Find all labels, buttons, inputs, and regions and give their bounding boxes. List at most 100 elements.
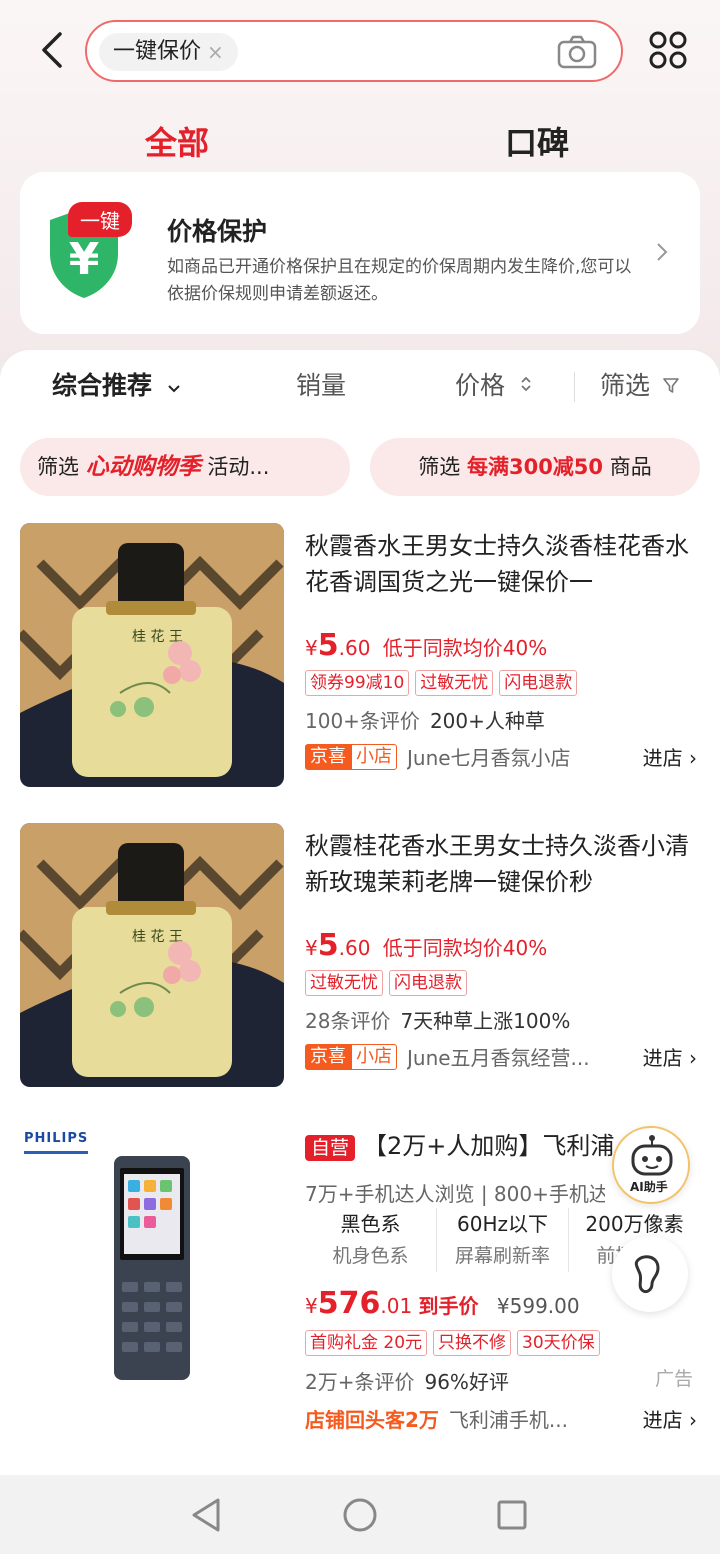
small-shop-badge: 小店 <box>351 743 397 770</box>
go-shop-link[interactable]: 进店 › <box>643 742 697 771</box>
sort-filter-label: 筛选 <box>600 371 651 400</box>
svg-text:¥: ¥ <box>69 234 100 285</box>
search-bar[interactable]: 一键保价 × <box>85 20 623 82</box>
more-apps-icon[interactable] <box>648 30 688 70</box>
filter-pill-discount[interactable]: 筛选 每满300减50 商品 <box>370 438 700 496</box>
spec-value: 黑色系 <box>340 1212 401 1236</box>
pill-suffix: 活动... <box>207 455 270 479</box>
sort-comprehensive[interactable]: 综合推荐 <box>52 368 181 404</box>
review-count: 2万+条评价 <box>305 1370 415 1394</box>
chevron-down-icon <box>168 385 180 393</box>
spec-label: 屏幕刷新率 <box>454 1245 550 1267</box>
currency: ¥ <box>305 1294 318 1318</box>
product-image[interactable]: 桂 花 王 <box>20 523 284 787</box>
shop-promo: 店铺回头客2万 <box>305 1408 439 1432</box>
footprint-button[interactable] <box>612 1236 688 1312</box>
price-main: 5 <box>317 628 339 663</box>
spec-item: 黑色系 机身色系 <box>305 1208 437 1272</box>
search-keyword-chip[interactable]: 一键保价 × <box>99 33 238 71</box>
pill-prefix: 筛选 <box>418 455 461 479</box>
card-description: 如商品已开通价格保护且在规定的价保周期内发生降价,您可以依据价保规则申请差额返还… <box>167 257 632 304</box>
review-count: 28条评价 <box>305 1009 391 1033</box>
back-arrow-icon[interactable] <box>34 28 74 72</box>
sort-updown-icon <box>521 376 531 392</box>
price-protection-card[interactable]: ¥ 一键 价格保护 如商品已开通价格保护且在规定的价保周期内发生降价,您可以依据… <box>20 172 700 334</box>
review-count: 100+条评价 <box>305 709 420 733</box>
card-title: 价格保护 <box>167 217 268 246</box>
one-click-badge: 一键 <box>68 202 132 237</box>
promo-tags: 领券99减10 过敏无忧 闪电退款 <box>305 670 578 696</box>
product-title-text: 【2万+人加购】飞利浦 <box>363 1132 615 1160</box>
product-title[interactable]: 自营 【2万+人加购】飞利浦 <box>305 1128 615 1166</box>
pill-suffix: 商品 <box>609 455 652 479</box>
perfume-bottle-image: 桂 花 王 <box>20 523 284 787</box>
go-shop-link[interactable]: 进店 › <box>643 1042 697 1071</box>
currency: ¥ <box>305 936 318 960</box>
product-image[interactable]: PHILIPS <box>20 1122 284 1386</box>
extra-stat: 7天种草上涨100% <box>400 1009 571 1033</box>
pill-highlight: 心动购物季 <box>85 454 201 480</box>
system-nav-bar <box>0 1475 720 1554</box>
spec-value: 200万像素 <box>585 1212 684 1236</box>
filter-funnel-icon <box>663 378 679 393</box>
review-stats: 100+条评价 200+人种草 <box>305 705 545 734</box>
pill-highlight: 每满300减50 <box>466 455 604 479</box>
spec-item: 60Hz以下 屏幕刷新率 <box>437 1208 569 1272</box>
product-title[interactable]: 秋霞香水王男女士持久淡香桂花香水花香调国货之光一键保价一 <box>305 528 700 600</box>
spec-value: 60Hz以下 <box>457 1212 548 1236</box>
jingxi-badge: 京喜 <box>305 1043 351 1070</box>
price-decimal: .60 <box>338 636 371 660</box>
browse-info: 7万+手机达人浏览 | 800+手机达人关 <box>305 1182 605 1206</box>
promo-tag: 过敏无忧 <box>415 670 494 696</box>
sort-sales[interactable]: 销量 <box>296 368 346 404</box>
product-title[interactable]: 秋霞桂花香水王男女士持久淡香小清新玫瑰茉莉老牌一键保价秒 <box>305 828 700 900</box>
product-image[interactable]: 桂 花 王 <box>20 823 284 1087</box>
footprint-icon <box>634 1255 660 1294</box>
promo-tags: 过敏无忧 闪电退款 <box>305 970 467 996</box>
camera-icon[interactable] <box>557 35 597 69</box>
pill-prefix: 筛选 <box>37 455 79 479</box>
price-main: 5 <box>317 928 339 963</box>
go-shop-link[interactable]: 进店 › <box>643 1404 697 1433</box>
price-decimal: .60 <box>338 936 371 960</box>
price-note: 低于同款均价40% <box>382 636 548 660</box>
shop-row[interactable]: 店铺回头客2万 飞利浦手机... 进店 › <box>305 1404 697 1433</box>
ai-assistant-button[interactable]: AI助手 <box>612 1126 690 1204</box>
filter-pill-shopping-season[interactable]: 筛选 心动购物季 活动... <box>20 438 350 496</box>
tab-reviews[interactable]: 口碑 <box>505 118 569 164</box>
promo-tag: 只换不修 <box>433 1330 512 1356</box>
jingxi-badge: 京喜 <box>305 743 351 770</box>
review-stats: 2万+条评价 96%好评 <box>305 1366 509 1395</box>
nav-home-icon[interactable] <box>342 1497 378 1533</box>
spec-label: 机身色系 <box>332 1245 409 1267</box>
shop-name[interactable]: June七月香氛小店 <box>407 742 633 771</box>
nav-back-icon[interactable] <box>190 1497 222 1533</box>
robot-icon <box>631 1135 673 1176</box>
currency: ¥ <box>305 636 318 660</box>
promo-tag: 首购礼金 20元 <box>305 1330 428 1356</box>
sort-comprehensive-label: 综合推荐 <box>52 371 153 400</box>
promo-tags: 首购礼金 20元 只换不修 30天价保 <box>305 1330 600 1356</box>
tab-all[interactable]: 全部 <box>145 118 209 164</box>
clear-keyword-icon[interactable]: × <box>207 33 224 71</box>
price-note: 到手价 <box>418 1294 479 1318</box>
promo-tag: 过敏无忧 <box>305 970 383 996</box>
perfume-bottle-image: 桂 花 王 <box>20 823 284 1087</box>
shop-name[interactable]: 飞利浦手机... <box>449 1404 633 1433</box>
sort-price-label: 价格 <box>455 371 506 400</box>
review-stats: 28条评价 7天种草上涨100% <box>305 1005 570 1034</box>
nav-recents-icon[interactable] <box>496 1499 528 1531</box>
shop-name[interactable]: June五月香氛经营... <box>407 1042 633 1071</box>
sort-price[interactable]: 价格 <box>455 368 533 404</box>
sort-divider <box>574 372 575 402</box>
price-row: ¥5.60 低于同款均价40% <box>305 928 547 963</box>
price-main: 576 <box>317 1286 381 1321</box>
search-keyword-text: 一键保价 <box>113 39 202 64</box>
shop-row[interactable]: 京喜 小店 June五月香氛经营... 进店 › <box>305 1042 697 1071</box>
original-price: ¥599.00 <box>496 1294 580 1318</box>
sort-filter[interactable]: 筛选 <box>600 368 680 404</box>
price-row: ¥576.01 到手价 ¥599.00 <box>305 1286 580 1321</box>
extra-stat: 96%好评 <box>424 1370 509 1394</box>
shop-row[interactable]: 京喜 小店 June七月香氛小店 进店 › <box>305 742 697 771</box>
price-decimal: .01 <box>380 1294 413 1318</box>
